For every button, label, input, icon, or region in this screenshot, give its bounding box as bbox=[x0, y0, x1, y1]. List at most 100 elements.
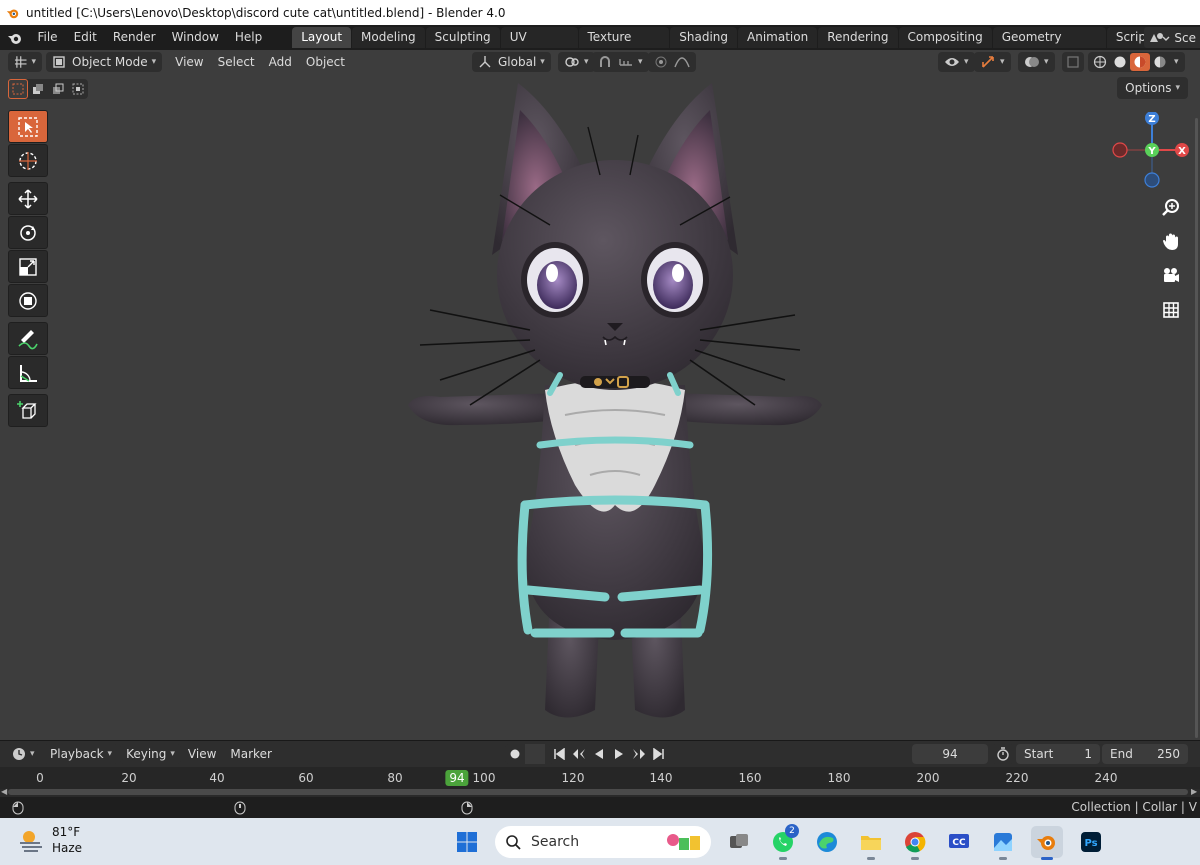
timeline-menu-view[interactable]: View bbox=[181, 742, 223, 766]
keying-options-icon[interactable] bbox=[525, 744, 545, 764]
viewport-menu-add[interactable]: Add bbox=[262, 50, 299, 74]
playhead-frame-marker[interactable]: 94 bbox=[445, 770, 469, 786]
cat-model-illustration[interactable] bbox=[400, 75, 830, 725]
photoshop-app[interactable]: Ps bbox=[1075, 826, 1107, 858]
3d-viewport[interactable]: ▾ Object Mode ▾ View Select Add Object G… bbox=[0, 50, 1200, 740]
tab-animation[interactable]: Animation bbox=[738, 27, 818, 48]
cursor-tool[interactable] bbox=[8, 144, 48, 177]
tab-rendering[interactable]: Rendering bbox=[818, 27, 898, 48]
end-frame-field[interactable]: End 250 bbox=[1102, 744, 1188, 764]
options-dropdown[interactable]: Options ▾ bbox=[1117, 77, 1188, 99]
shading-dropdown-icon[interactable]: ▾ bbox=[1174, 57, 1179, 67]
edge-app[interactable] bbox=[811, 826, 843, 858]
preview-range-toggle[interactable] bbox=[992, 744, 1014, 764]
zoom-button[interactable] bbox=[1158, 195, 1184, 221]
prev-keyframe-icon[interactable] bbox=[569, 744, 589, 764]
material-preview-shading-icon[interactable] bbox=[1130, 53, 1150, 71]
transform-tool[interactable] bbox=[8, 284, 48, 317]
blender-menu-icon[interactable] bbox=[0, 25, 29, 50]
timeline-ruler[interactable]: 0 20 40 60 80 100 120 140 160 180 200 22… bbox=[0, 767, 1200, 789]
gizmo-toggle[interactable]: ▾ bbox=[974, 52, 1011, 72]
tab-shading[interactable]: Shading bbox=[670, 27, 738, 48]
select-extend-icon[interactable] bbox=[28, 79, 48, 99]
proportional-editing-controls[interactable] bbox=[648, 52, 696, 72]
play-reverse-icon[interactable] bbox=[589, 744, 609, 764]
tab-uv-editing[interactable]: UV Editing bbox=[500, 27, 578, 65]
viewport-scrollbar[interactable] bbox=[1195, 118, 1198, 738]
auto-keying-record-icon[interactable] bbox=[505, 744, 525, 764]
scene-selector[interactable]: Sce bbox=[1144, 27, 1200, 48]
captions-app[interactable]: CC bbox=[943, 826, 975, 858]
navigation-gizmo[interactable]: Z X Y bbox=[1112, 112, 1192, 192]
menu-help[interactable]: Help bbox=[227, 25, 270, 50]
menu-edit[interactable]: Edit bbox=[66, 25, 105, 50]
ortho-toggle-button[interactable] bbox=[1158, 297, 1184, 323]
editor-type-button[interactable]: ▾ bbox=[8, 52, 42, 72]
tab-texture-paint[interactable]: Texture Paint bbox=[578, 27, 670, 65]
tab-compositing[interactable]: Compositing bbox=[898, 27, 992, 48]
move-tool[interactable] bbox=[8, 182, 48, 215]
current-frame-field[interactable]: 94 bbox=[912, 744, 988, 764]
start-frame-field[interactable]: Start 1 bbox=[1016, 744, 1100, 764]
keying-dropdown[interactable]: Keying ▾ bbox=[120, 744, 181, 764]
chrome-icon bbox=[905, 831, 926, 852]
transform-orientation-dropdown[interactable]: Global ▾ bbox=[472, 52, 551, 72]
timeline-menu-marker[interactable]: Marker bbox=[223, 742, 278, 766]
viewport-menu-object[interactable]: Object bbox=[299, 50, 352, 74]
select-subtract-icon[interactable] bbox=[48, 79, 68, 99]
scroll-right-icon[interactable]: ▶ bbox=[1191, 787, 1197, 797]
photos-app[interactable] bbox=[987, 826, 1019, 860]
play-icon[interactable] bbox=[609, 744, 629, 764]
pivot-point-dropdown[interactable]: ▾ bbox=[558, 52, 595, 72]
weather-widget[interactable]: 81°F Haze bbox=[18, 824, 82, 856]
object-mode-dropdown[interactable]: Object Mode ▾ bbox=[46, 52, 163, 72]
select-intersect-icon[interactable] bbox=[68, 79, 88, 99]
camera-view-button[interactable] bbox=[1158, 263, 1184, 289]
whatsapp-app[interactable]: 2 bbox=[767, 823, 799, 860]
rendered-shading-icon[interactable] bbox=[1150, 55, 1170, 69]
blender-app[interactable] bbox=[1031, 825, 1063, 860]
xray-toggle[interactable] bbox=[1062, 52, 1084, 72]
timeline-editor-type-button[interactable]: ▾ bbox=[8, 744, 40, 764]
tab-sculpting[interactable]: Sculpting bbox=[425, 27, 500, 48]
tab-modeling[interactable]: Modeling bbox=[352, 27, 425, 48]
tab-geometry-nodes[interactable]: Geometry Nodes bbox=[992, 27, 1106, 65]
overlays-icon bbox=[1025, 57, 1039, 67]
menu-render[interactable]: Render bbox=[105, 25, 164, 50]
menu-window[interactable]: Window bbox=[164, 25, 227, 50]
task-view-button[interactable] bbox=[723, 826, 755, 858]
axis-z-icon[interactable]: Z bbox=[1145, 112, 1159, 125]
jump-start-icon[interactable] bbox=[549, 744, 569, 764]
timeline-scrollbar[interactable] bbox=[8, 789, 1188, 795]
keying-label: Keying bbox=[126, 747, 167, 761]
tab-layout[interactable]: Layout bbox=[292, 27, 352, 48]
wireframe-shading-icon[interactable] bbox=[1090, 55, 1110, 69]
select-box-tool[interactable] bbox=[8, 110, 48, 143]
add-cube-tool[interactable] bbox=[8, 394, 48, 427]
visibility-dropdown[interactable]: ▾ bbox=[938, 52, 975, 72]
shading-modes[interactable]: ▾ bbox=[1088, 52, 1185, 72]
taskbar-search-box[interactable]: Search bbox=[495, 825, 711, 858]
scale-tool[interactable] bbox=[8, 250, 48, 283]
chrome-app[interactable] bbox=[899, 826, 931, 860]
overlays-toggle[interactable]: ▾ bbox=[1018, 52, 1055, 72]
viewport-menu-select[interactable]: Select bbox=[211, 50, 262, 74]
viewport-menu-view[interactable]: View bbox=[168, 50, 210, 74]
scroll-left-icon[interactable]: ◀ bbox=[1, 787, 7, 797]
menu-file[interactable]: File bbox=[29, 25, 65, 50]
measure-tool[interactable] bbox=[8, 356, 48, 389]
next-keyframe-icon[interactable] bbox=[629, 744, 649, 764]
playback-dropdown[interactable]: Playback ▾ bbox=[44, 744, 119, 764]
solid-shading-icon[interactable] bbox=[1110, 55, 1130, 69]
file-explorer-app[interactable] bbox=[855, 826, 887, 860]
jump-end-icon[interactable] bbox=[649, 744, 669, 764]
scale-icon bbox=[19, 257, 37, 276]
annotate-tool[interactable] bbox=[8, 322, 48, 355]
pan-button[interactable] bbox=[1158, 229, 1184, 255]
rotate-tool[interactable] bbox=[8, 216, 48, 249]
start-button[interactable] bbox=[451, 826, 483, 858]
axis-y-icon[interactable]: Y bbox=[1145, 143, 1159, 157]
snap-controls[interactable]: ▾ bbox=[592, 52, 649, 72]
select-new-icon[interactable] bbox=[8, 79, 28, 99]
axis-x-icon[interactable]: X bbox=[1175, 143, 1189, 157]
